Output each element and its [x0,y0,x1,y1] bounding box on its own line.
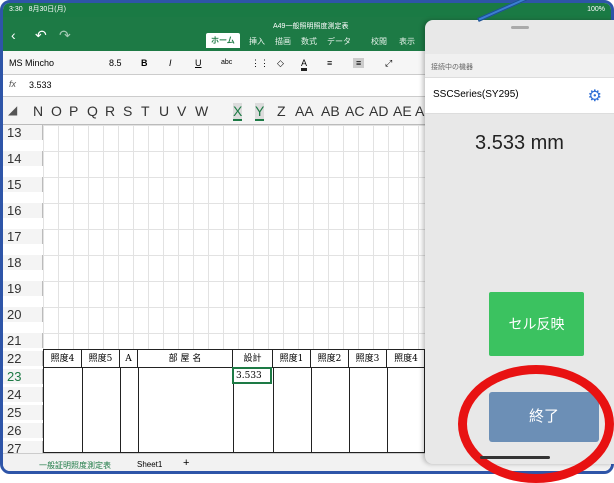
row-17[interactable]: 17 [3,229,43,244]
table-divider [273,368,274,454]
device-row[interactable]: SSCSeries(SY295) ⚙ [425,78,614,114]
column-Y[interactable]: Y [255,103,265,121]
strikethrough-button[interactable]: abc [221,59,232,66]
row-22[interactable]: 22 [3,351,43,366]
header-illuminance4-right: 照度4 [387,350,425,368]
connection-label: 接続中の機器 [425,54,614,78]
column-Q[interactable]: Q [87,103,98,119]
merge-icon[interactable]: ⤢ [385,58,392,69]
column-AC[interactable]: AC [345,103,364,119]
table-divider [120,368,121,454]
borders-icon[interactable]: ⋮⋮ [251,58,269,69]
column-R[interactable]: R [105,103,115,119]
select-all-corner-icon[interactable]: ◢ [8,103,17,117]
formula-input[interactable]: 3.533 [29,80,52,90]
reflect-to-cell-button[interactable]: セル反映 [489,292,584,356]
device-name: SSCSeries(SY295) [433,89,519,100]
battery-level: 100% [587,6,605,13]
undo-icon[interactable]: ↶ [35,27,47,44]
column-W[interactable]: W [195,103,208,119]
underline-button[interactable]: U [195,58,202,68]
fill-color-icon[interactable]: ◇ [277,58,284,69]
header-room-name: 部 屋 名 [138,350,233,368]
active-cell[interactable]: 3.533 [232,367,272,384]
status-date: 8月30日(月) [28,6,66,13]
row-21[interactable]: 21 [3,333,43,348]
row-24[interactable]: 24 [3,387,43,402]
header-illuminance4-left: 照度4 [44,350,82,368]
back-icon[interactable]: ‹ [11,27,16,43]
table-divider [349,368,350,454]
row-25[interactable]: 25 [3,405,43,420]
column-N[interactable]: N [33,103,43,119]
header-illuminance1: 照度1 [273,350,311,368]
row-23[interactable]: 23 [3,369,43,384]
table-divider [82,368,83,454]
status-time: 3:30 [9,6,23,13]
row-18[interactable]: 18 [3,255,43,270]
panel-grip-handle[interactable] [511,26,529,29]
row-26[interactable]: 26 [3,423,43,438]
column-AB[interactable]: AB [321,103,340,119]
row-20[interactable]: 20 [3,307,43,322]
header-illuminance2: 照度2 [311,350,349,368]
column-AE[interactable]: AE [393,103,412,119]
align-icon[interactable]: ≡ [353,58,365,68]
column-P[interactable]: P [69,103,78,119]
column-U[interactable]: U [159,103,169,119]
italic-button[interactable]: I [169,58,172,68]
tab-data[interactable]: データ [327,36,351,47]
header-design: 設計 [233,350,273,368]
column-X[interactable]: X [233,103,243,121]
sheet-tab-sheet1[interactable]: Sheet1 [137,460,162,469]
row-19[interactable]: 19 [3,281,43,296]
column-S[interactable]: S [123,103,132,119]
table-divider [387,368,388,454]
header-illuminance5: 照度5 [82,350,120,368]
column-V[interactable]: V [177,103,186,119]
bold-button[interactable]: B [141,58,148,68]
font-size-select[interactable]: 8.5 [109,58,122,68]
font-name-select[interactable]: MS Mincho [9,58,54,68]
sheet-tab-lighting[interactable]: 一般証明照度測定表 [39,460,111,471]
row-14[interactable]: 14 [3,151,43,166]
function-icon[interactable]: fx [9,79,16,89]
row-16[interactable]: 16 [3,203,43,218]
tab-draw[interactable]: 描画 [275,36,291,47]
table-divider [311,368,312,454]
header-illuminance3: 照度3 [349,350,387,368]
column-AA[interactable]: AA [295,103,314,119]
wrap-text-icon[interactable]: ≡ [327,58,332,68]
redo-icon[interactable]: ↷ [59,27,71,44]
home-indicator[interactable] [480,456,550,459]
column-Z[interactable]: Z [277,103,286,119]
column-AD[interactable]: AD [369,103,388,119]
measurement-table: 照度4 照度5 A 部 屋 名 設計 照度1 照度2 照度3 照度4 [43,349,425,454]
gear-icon[interactable]: ⚙ [588,86,602,106]
status-bar: 3:30 8月30日(月) 100% [3,3,611,17]
measurement-value: 3.533 mm [475,132,564,154]
tab-home[interactable]: ホーム [206,33,240,48]
header-a: A [120,350,138,368]
tab-review[interactable]: 校閲 [371,36,387,47]
tab-insert[interactable]: 挿入 [249,36,265,47]
tab-formulas[interactable]: 数式 [301,36,317,47]
highlight-circle [458,365,614,483]
tab-view[interactable]: 表示 [399,36,415,47]
row-13[interactable]: 13 [3,125,43,140]
column-T[interactable]: T [141,103,150,119]
document-title: A49一般照明照度測定表 [273,23,349,30]
table-divider [138,368,139,454]
font-color-icon[interactable]: A [301,58,308,71]
row-15[interactable]: 15 [3,177,43,192]
column-O[interactable]: O [51,103,62,119]
add-sheet-button[interactable]: + [183,457,189,469]
